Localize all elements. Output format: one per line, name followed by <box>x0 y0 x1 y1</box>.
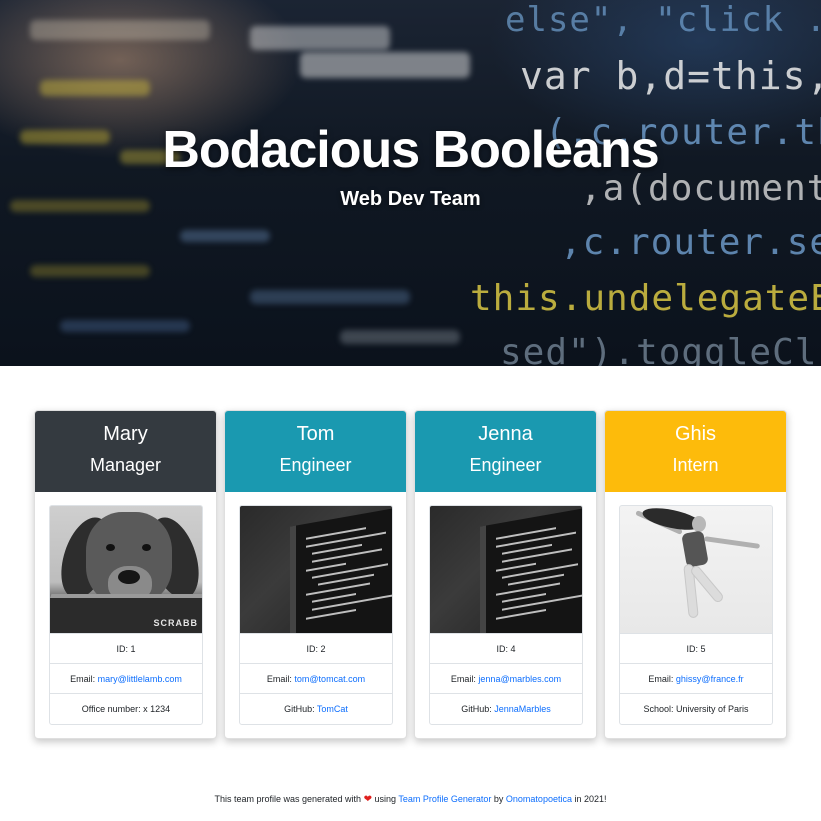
email-label: Email: <box>648 674 676 684</box>
member-email-row: Email: tom@tomcat.com <box>240 664 392 694</box>
card-header: Ghis Intern <box>605 411 786 492</box>
email-label: Email: <box>266 674 295 684</box>
github-label: GitHub: <box>284 704 317 714</box>
footer-suffix: in 2021! <box>574 794 607 804</box>
info-list: ID: 5 Email: ghissy@france.fr School: Un… <box>619 633 773 725</box>
member-name: Mary <box>103 423 148 445</box>
heart-icon: ❤ <box>363 794 372 805</box>
footer: This team profile was generated with ❤ u… <box>0 794 821 805</box>
member-email-row: Email: jenna@marbles.com <box>430 664 582 694</box>
team-member-card: Jenna Engineer ID: 4 Email: jenna@marble… <box>414 410 597 739</box>
email-link[interactable]: ghissy@france.fr <box>676 674 744 684</box>
jumping-person-photo <box>619 505 773 633</box>
footer-prefix: This team profile was generated with <box>214 794 362 804</box>
member-id: ID: 1 <box>50 634 202 664</box>
github-row: GitHub: TomCat <box>240 694 392 724</box>
email-label: Email: <box>450 674 479 684</box>
github-link[interactable]: JennaMarbles <box>494 704 551 714</box>
footer-middle: using <box>374 794 396 804</box>
hero-banner: else", "click .c var b,d=this,e=t (.c.ro… <box>0 0 821 366</box>
card-body: ID: 4 Email: jenna@marbles.com GitHub: J… <box>415 492 596 725</box>
email-link[interactable]: jenna@marbles.com <box>478 674 561 684</box>
dog-photo: SCRABB <box>49 505 203 633</box>
member-name: Ghis <box>674 423 717 445</box>
card-header: Jenna Engineer <box>415 411 596 492</box>
footer-by: by <box>493 794 504 804</box>
laptop-code-photo <box>429 505 583 633</box>
email-link[interactable]: tom@tomcat.com <box>294 674 365 684</box>
member-name: Tom <box>296 423 335 445</box>
email-label: Email: <box>70 674 98 684</box>
team-member-card: Mary Manager SCRABB ID: 1 Email: mary@li… <box>34 410 217 739</box>
card-header: Mary Manager <box>35 411 216 492</box>
member-email-row: Email: ghissy@france.fr <box>620 664 772 694</box>
info-list: ID: 1 Email: mary@littlelamb.com Office … <box>49 633 203 725</box>
member-role: Manager <box>89 455 162 475</box>
card-body: ID: 2 Email: tom@tomcat.com GitHub: TomC… <box>225 492 406 725</box>
card-header: Tom Engineer <box>225 411 406 492</box>
info-list: ID: 4 Email: jenna@marbles.com GitHub: J… <box>429 633 583 725</box>
hero-code-background: else", "click .c var b,d=this,e=t (.c.ro… <box>0 0 821 366</box>
github-link[interactable]: TomCat <box>317 704 348 714</box>
code-line: ,c.router.selec <box>560 222 821 263</box>
generator-link[interactable]: Team Profile Generator <box>398 794 491 804</box>
member-id: ID: 5 <box>620 634 772 664</box>
office-number: Office number: x 1234 <box>81 704 171 714</box>
page-title: Bodacious Booleans <box>162 121 659 179</box>
code-line: else", "click .c <box>505 0 821 40</box>
card-body: SCRABB ID: 1 Email: mary@littlelamb.com … <box>35 492 216 725</box>
team-member-card: Ghis Intern ID: 5 Email: ghissy@france.f… <box>604 410 787 739</box>
code-line: sed").toggleCl <box>500 332 818 366</box>
member-role: Engineer <box>469 455 542 475</box>
code-line: this.undelegateEve <box>470 278 821 319</box>
github-label: GitHub: <box>461 704 495 714</box>
team-cards: Mary Manager SCRABB ID: 1 Email: mary@li… <box>34 410 788 740</box>
member-role: Intern <box>672 455 719 475</box>
code-line: var b,d=this,e=t <box>520 54 821 98</box>
member-id: ID: 4 <box>430 634 582 664</box>
member-email-row: Email: mary@littlelamb.com <box>50 664 202 694</box>
member-name: Jenna <box>478 423 533 445</box>
team-member-card: Tom Engineer ID: 2 Email: tom@tomcat.com… <box>224 410 407 739</box>
author-link[interactable]: Onomatopoetica <box>506 794 572 804</box>
page-subtitle: Web Dev Team <box>340 188 481 210</box>
email-link[interactable]: mary@littlelamb.com <box>98 674 182 684</box>
info-list: ID: 2 Email: tom@tomcat.com GitHub: TomC… <box>239 633 393 725</box>
member-role: Engineer <box>279 455 352 475</box>
member-id: ID: 2 <box>240 634 392 664</box>
github-row: GitHub: JennaMarbles <box>430 694 582 724</box>
school-row: School: University of Paris <box>643 704 749 714</box>
card-body: ID: 5 Email: ghissy@france.fr School: Un… <box>605 492 786 725</box>
laptop-code-photo <box>239 505 393 633</box>
